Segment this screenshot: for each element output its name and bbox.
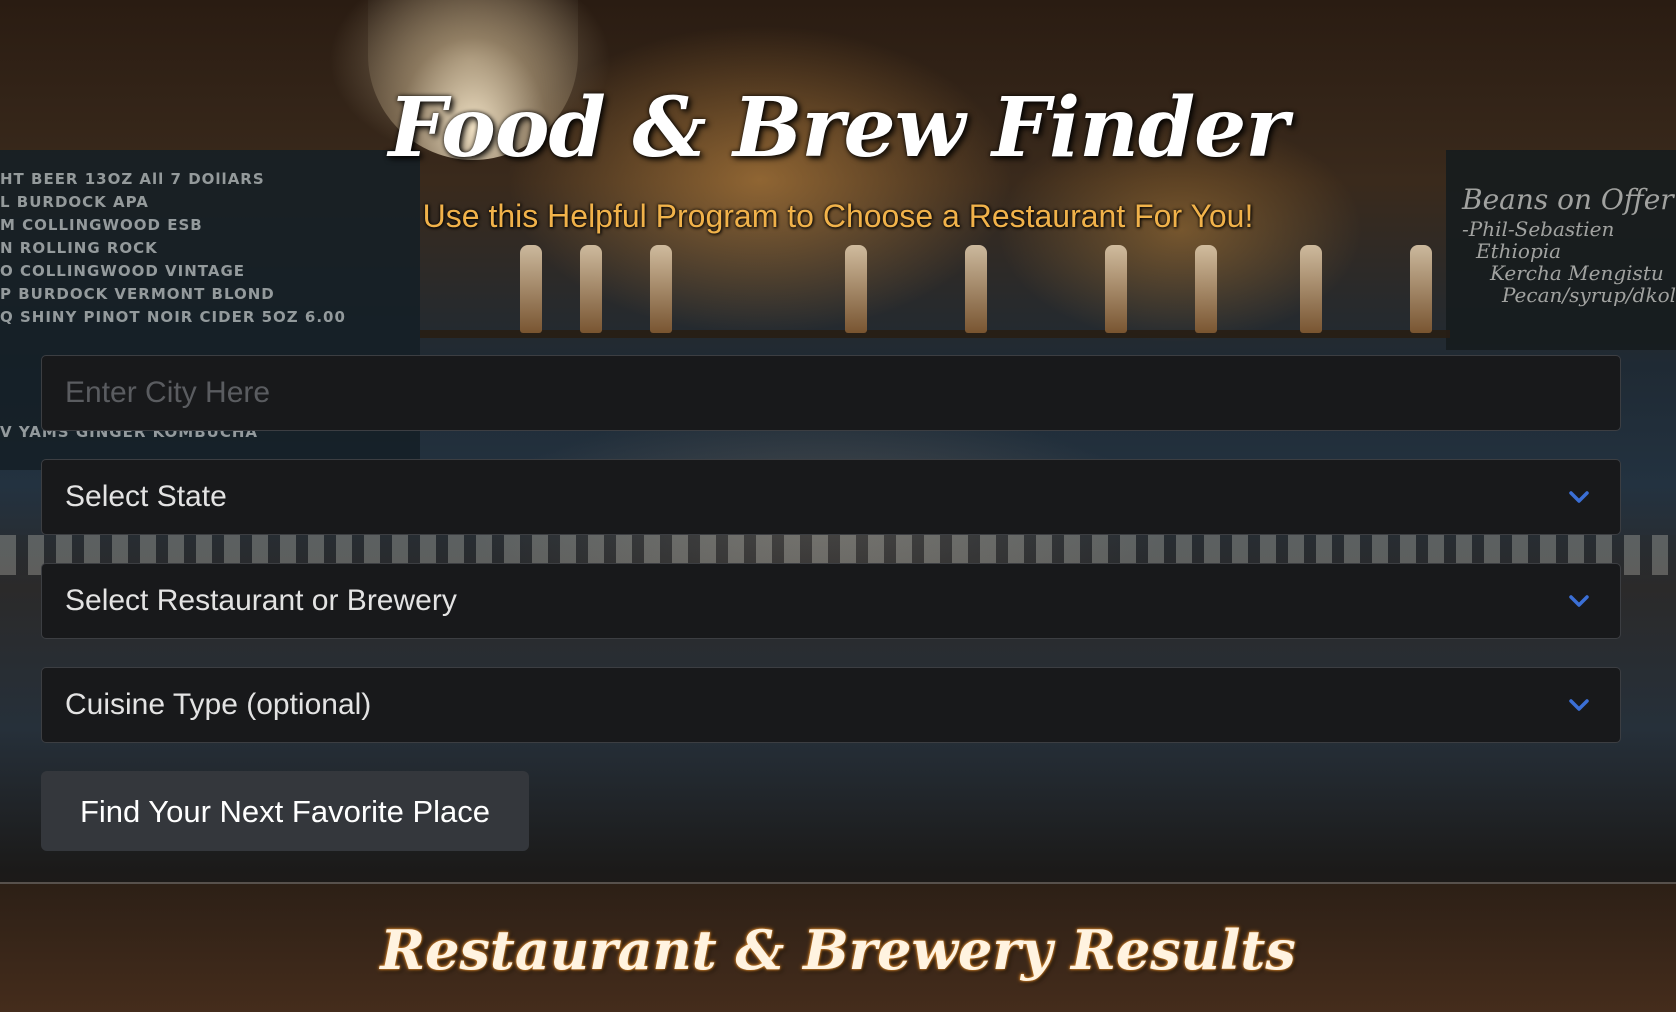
counter-edge bbox=[0, 882, 1676, 884]
chalk-line: Kercha Mengistu bbox=[1490, 261, 1664, 285]
cuisine-select[interactable]: Cuisine Type (optional) bbox=[41, 667, 1621, 743]
chevron-down-icon bbox=[1569, 699, 1589, 711]
bottle bbox=[965, 245, 987, 333]
city-input[interactable] bbox=[42, 356, 1620, 430]
chalk-line: Pecan/syrup/dkolT bbox=[1502, 283, 1676, 307]
bottle bbox=[650, 245, 672, 333]
bottle bbox=[1105, 245, 1127, 333]
chalk-line: O COLLINGWOOD VINTAGE bbox=[0, 262, 245, 280]
bottle bbox=[520, 245, 542, 333]
chalk-line: N ROLLING ROCK bbox=[0, 239, 158, 257]
city-field bbox=[41, 355, 1621, 431]
page-title: Food & Brew Finder bbox=[388, 80, 1288, 176]
bottle bbox=[845, 245, 867, 333]
cuisine-select-value: Cuisine Type (optional) bbox=[65, 688, 372, 721]
results-title: Restaurant & Brewery Results bbox=[380, 918, 1296, 982]
bottle-shelf bbox=[420, 330, 1450, 338]
chalk-line: Q SHINY PINOT NOIR CIDER 5OZ 6.00 bbox=[0, 308, 346, 326]
bottle bbox=[1195, 245, 1217, 333]
page-subtitle: Use this Helpful Program to Choose a Res… bbox=[422, 198, 1254, 234]
chalk-line: P BURDOCK VERMONT BLOND bbox=[0, 285, 275, 303]
bottle bbox=[1300, 245, 1322, 333]
chevron-down-icon bbox=[1569, 491, 1589, 503]
type-select-value: Select Restaurant or Brewery bbox=[65, 584, 457, 617]
bottle bbox=[580, 245, 602, 333]
bottle bbox=[1410, 245, 1432, 333]
find-place-button[interactable]: Find Your Next Favorite Place bbox=[41, 771, 529, 851]
chevron-down-icon bbox=[1569, 595, 1589, 607]
chalk-line: Ethiopia bbox=[1476, 239, 1562, 263]
state-select-value: Select State bbox=[65, 480, 227, 513]
state-select[interactable]: Select State bbox=[41, 459, 1621, 535]
type-select[interactable]: Select Restaurant or Brewery bbox=[41, 563, 1621, 639]
